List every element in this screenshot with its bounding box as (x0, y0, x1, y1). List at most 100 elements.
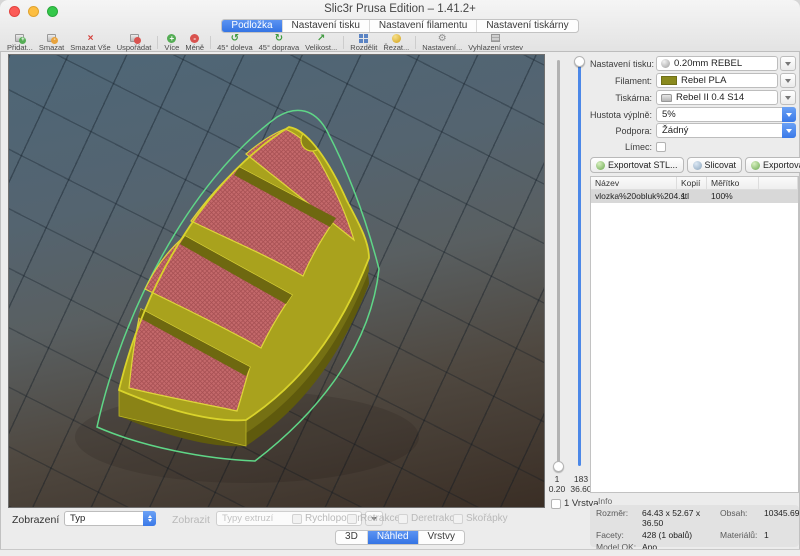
3d-viewport[interactable] (8, 54, 545, 508)
filament-combo[interactable]: Rebel PLA (656, 73, 778, 88)
filament-dropdown-button[interactable] (780, 73, 796, 88)
main-tab-1[interactable]: Nastavení tisku (282, 20, 369, 32)
main-tab-3[interactable]: Nastavení tiskárny (476, 20, 577, 32)
toolbar-item-label: Přidat... (7, 44, 33, 52)
toolbar-item-label: Nastavení... (422, 44, 462, 52)
toolbar: +Přidat...-Smazat×Smazat VšeUspořádat+Ví… (0, 34, 800, 51)
layer-slider-min-knob[interactable] (553, 461, 564, 472)
export-stl-button[interactable]: Exportovat STL... (590, 157, 684, 173)
popup-arrow (782, 123, 796, 138)
split-button[interactable]: Rozdělit (350, 34, 377, 52)
slice-button[interactable]: Slicovat (687, 157, 743, 173)
object-name-cell: vlozka%20obluk%204.stl (591, 190, 677, 203)
layer-slider-min-track[interactable] (557, 60, 560, 466)
cut-button[interactable]: Řezat... (383, 34, 409, 52)
add-object-button[interactable]: + Přidat... (7, 34, 33, 52)
column-name[interactable]: Název (591, 177, 677, 189)
window-title: Slic3r Prusa Edition – 1.41.2+ (0, 0, 800, 19)
settings-button[interactable]: ⚙Nastavení... (422, 34, 462, 52)
toolbar-item-label: Velikost... (305, 44, 337, 52)
infill-value: 5% (662, 109, 676, 120)
more-copies-button[interactable]: +Více (164, 34, 179, 52)
popup-arrow (782, 107, 796, 122)
printer-value: Rebel II 0.4 S14 (676, 92, 744, 103)
layer-smoothing-icon (491, 34, 500, 42)
main-tab-0[interactable]: Podložka (222, 20, 281, 32)
checkbox-box[interactable] (398, 514, 408, 524)
toolbar-item-label: Vyhlazení vrstev (468, 44, 523, 52)
layer-slider-max-knob[interactable] (574, 56, 585, 67)
printer-label: Tiskárna: (590, 93, 656, 103)
checkbox-label: Skořápky (466, 513, 508, 524)
display-label: Zobrazení (12, 514, 59, 526)
settings-panel: Nastavení tisku: 0.20mm REBEL Filament: … (590, 52, 800, 548)
column-copies[interactable]: Kopií (677, 177, 707, 189)
printer-combo[interactable]: Rebel II 0.4 S14 (656, 90, 778, 105)
delete-all-icon: × (88, 34, 94, 43)
export-stl-icon (596, 161, 605, 170)
checkbox-deretrakce[interactable]: Deretrakce (398, 513, 460, 524)
scale-button[interactable]: ↗Velikost... (305, 34, 337, 52)
export-gcode-icon (751, 161, 760, 170)
object-scale-cell: 100% (707, 190, 759, 203)
volume-value: 10345.69 (764, 508, 799, 528)
brim-checkbox[interactable] (656, 142, 666, 152)
more-copies-icon: + (167, 34, 176, 43)
view-tab-1[interactable]: Náhled (367, 531, 418, 544)
export-gcode-button[interactable]: Exportovat G-kód... (745, 157, 800, 173)
filament-label: Filament: (590, 76, 656, 86)
column-scale[interactable]: Měřítko (707, 177, 759, 189)
rotate-right-button[interactable]: ↻45° doprava (259, 34, 300, 52)
slice-label: Slicovat (705, 160, 737, 170)
brim-label: Límec: (590, 142, 656, 152)
column-spacer (759, 177, 798, 189)
model-notch (301, 129, 323, 151)
print-settings-combo[interactable]: 0.20mm REBEL (656, 56, 778, 71)
print-settings-dropdown-button[interactable] (780, 56, 796, 71)
toolbar-separator (210, 36, 211, 49)
window-chrome: Slic3r Prusa Edition – 1.41.2+ PodložkaN… (0, 0, 800, 52)
infill-popup[interactable]: 5% (656, 107, 796, 122)
checkbox-box[interactable] (453, 514, 463, 524)
infill-label: Hustota výplně: (590, 110, 656, 120)
single-layer-checkbox-box[interactable] (551, 499, 561, 509)
rotate-left-button[interactable]: ↺45° doleva (217, 34, 253, 52)
support-value: Žádný (662, 125, 688, 136)
checkbox-box[interactable] (292, 514, 302, 524)
arrange-icon (130, 34, 139, 42)
rotate-left-icon: ↺ (231, 34, 239, 43)
chevron-down-icon (786, 129, 792, 133)
fewer-copies-button[interactable]: -Méně (185, 34, 204, 52)
3d-scene (9, 55, 544, 507)
main-tab-2[interactable]: Nastavení filamentu (369, 20, 476, 32)
chevron-down-icon (785, 79, 791, 83)
delete-object-button[interactable]: -Smazat (39, 34, 64, 52)
toolbar-item-label: 45° doleva (217, 44, 253, 52)
table-row[interactable]: vlozka%20obluk%204.stl 1 100% (591, 190, 798, 203)
print-settings-label: Nastavení tisku: (590, 59, 656, 69)
window-bottom-strip (0, 549, 800, 556)
delete-all-button[interactable]: ×Smazat Vše (70, 34, 110, 52)
size-label: Rozměr: (596, 508, 642, 528)
toolbar-item-label: Řezat... (383, 44, 409, 52)
support-popup[interactable]: Žádný (656, 123, 796, 138)
checkbox-retrakce[interactable]: Retrakce (347, 513, 400, 524)
add-object-icon: + (15, 34, 24, 42)
export-stl-label: Exportovat STL... (608, 160, 678, 170)
object-list[interactable]: Název Kopií Měřítko vlozka%20obluk%204.s… (590, 176, 799, 493)
layer-slider-max-track[interactable] (578, 60, 581, 466)
checkbox-box[interactable] (347, 514, 357, 524)
view-tab-0[interactable]: 3D (336, 531, 367, 544)
layer-smoothing-button[interactable]: Vyhlazení vrstev (468, 34, 523, 52)
view-tab-2[interactable]: Vrstvy (418, 531, 464, 544)
size-value: 64.43 x 52.67 x 36.50 (642, 508, 720, 528)
fewer-copies-icon: - (190, 34, 199, 43)
toolbar-item-label: Smazat (39, 44, 64, 52)
arrange-button[interactable]: Uspořádat (117, 34, 152, 52)
display-mode-select[interactable]: Typ (64, 511, 156, 526)
chevron-up-icon (148, 515, 152, 518)
filament-color-swatch (661, 76, 677, 85)
printer-dropdown-button[interactable] (780, 90, 796, 105)
object-copies-cell: 1 (677, 190, 707, 203)
checkbox-skořápky[interactable]: Skořápky (453, 513, 508, 524)
